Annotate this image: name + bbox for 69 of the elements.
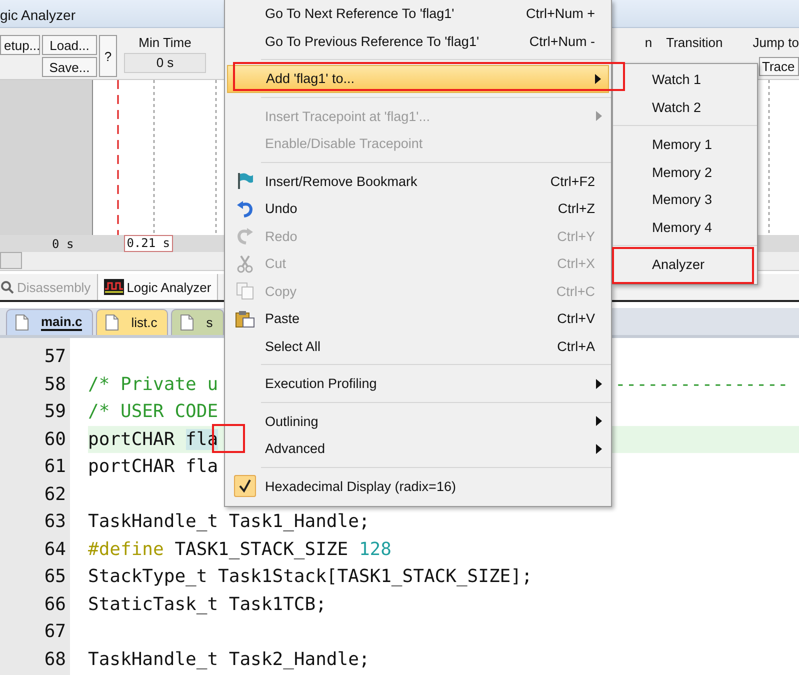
- line-number: 65: [43, 566, 66, 588]
- menu-item[interactable]: Paste Ctrl+V: [227, 305, 609, 332]
- code-text: ----------------: [615, 372, 788, 396]
- file-icon: [180, 314, 194, 331]
- setup-button[interactable]: etup...: [0, 35, 40, 55]
- menu-item[interactable]: Insert/Remove Bookmark Ctrl+F2: [227, 168, 609, 195]
- menu-item[interactable]: Undo Ctrl+Z: [227, 195, 609, 222]
- file-tab[interactable]: list.c: [96, 309, 168, 335]
- trace-button[interactable]: Trace: [759, 57, 799, 76]
- file-tab[interactable]: s: [171, 309, 224, 335]
- line-number: 63: [43, 511, 66, 532]
- menu-item[interactable]: Go To Previous Reference To 'flag1' Ctrl+Num -: [227, 28, 609, 55]
- line-number: 61: [43, 456, 66, 478]
- menu-item[interactable]: Memory 4: [613, 214, 757, 241]
- line-number: 58: [43, 374, 66, 395]
- undo-icon: [236, 200, 254, 218]
- menu-item[interactable]: Go To Next Reference To 'flag1' Ctrl+Num +: [227, 0, 609, 28]
- code-text: TaskHandle_t Task1_Handle;: [88, 511, 370, 532]
- search-icon: [0, 280, 14, 294]
- scrollbar-thumb[interactable]: [0, 252, 22, 269]
- line-number: 68: [43, 648, 66, 670]
- menu-item[interactable]: Advanced: [227, 435, 609, 462]
- menu-item[interactable]: Hexadecimal Display (radix=16): [227, 472, 609, 500]
- line-number: 60: [43, 428, 66, 450]
- code-text: #define: [88, 538, 164, 560]
- menu-item[interactable]: Memory 3: [613, 186, 757, 214]
- save-button[interactable]: Save...: [42, 57, 97, 77]
- load-button[interactable]: Load...: [42, 35, 97, 55]
- code-text: TaskHandle_t Task2_Handle;: [88, 648, 370, 670]
- file-icon: [105, 314, 120, 331]
- scissors-icon: [237, 254, 253, 273]
- transition-label: Transition: [666, 35, 723, 52]
- min-time-field: 0 s: [124, 53, 206, 73]
- line-number: 57: [43, 346, 66, 368]
- file-tab[interactable]: main.c: [6, 309, 94, 335]
- code-text: portCHAR fla: [88, 456, 218, 477]
- redo-icon: [236, 227, 254, 246]
- jump-to-label: Jump to: [752, 35, 799, 51]
- menu-item[interactable]: Memory 2: [613, 158, 757, 186]
- menu-item[interactable]: Watch 2: [613, 94, 757, 121]
- code-text: /* USER CODE: [88, 401, 218, 422]
- cursor-time-label: 0.21 s: [124, 235, 174, 252]
- code-text: StaticTask_t Task1TCB;: [88, 594, 326, 614]
- help-button[interactable]: ?: [99, 35, 117, 77]
- menu-item[interactable]: Add 'flag1' to...: [227, 65, 609, 92]
- copy-icon: [236, 282, 254, 300]
- clipboard-icon: [235, 310, 255, 328]
- menu-item[interactable]: Memory 1: [613, 131, 757, 158]
- line-number: 62: [43, 484, 66, 505]
- min-time-label: Min Time: [138, 35, 192, 51]
- line-number: 66: [43, 594, 66, 615]
- group-label: n: [644, 35, 652, 52]
- view-tab[interactable]: Logic Analyzer: [98, 274, 218, 300]
- waveform-icon: [104, 279, 124, 295]
- code-text: StackType_t Task1Stack[TASK1_STACK_SIZE];: [88, 566, 532, 587]
- flag-icon: [236, 172, 254, 190]
- menu-item[interactable]: Outlining: [227, 408, 609, 435]
- line-number: 64: [43, 538, 66, 560]
- file-icon: [15, 314, 29, 331]
- menu-item[interactable]: Execution Profiling: [227, 370, 609, 398]
- line-number: 59: [43, 401, 66, 422]
- line-number: 67: [43, 621, 66, 642]
- code-text: /* Private u: [88, 374, 218, 394]
- menu-item[interactable]: Watch 1: [613, 66, 757, 94]
- code-text: 128: [358, 538, 392, 560]
- time-label: 0 s: [52, 236, 74, 250]
- menu-item[interactable]: Select All Ctrl+A: [227, 332, 609, 360]
- code-text: TASK1_STACK_SIZE: [174, 538, 350, 560]
- code-text: portCHAR: [88, 428, 176, 450]
